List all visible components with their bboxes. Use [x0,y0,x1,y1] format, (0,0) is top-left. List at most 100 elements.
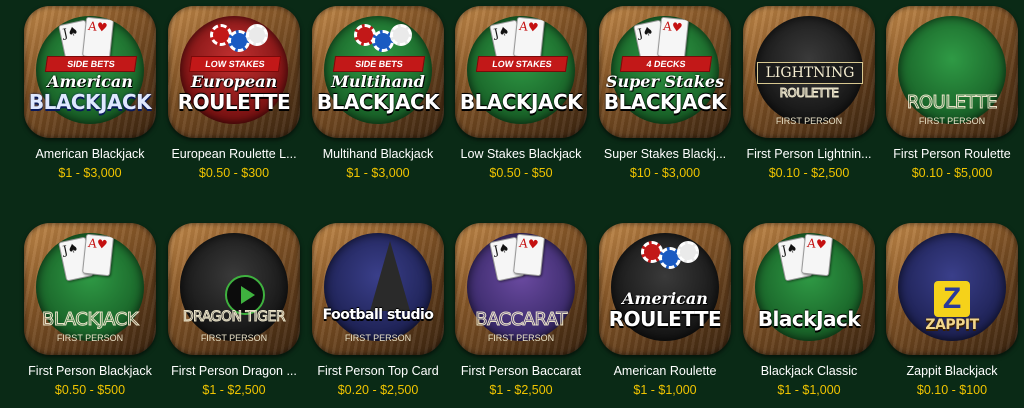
bet-range: $0.50 - $50 [489,166,553,180]
promo-banner: 4 DECKS [619,56,713,72]
game-thumbnail[interactable]: J♠ A♥ 4 DECKS Super Stakes BLACKJACK [599,6,731,138]
game-title[interactable]: First Person Top Card [312,364,444,378]
first-person-tag: FIRST PERSON [200,333,268,343]
game-thumbnail[interactable]: Football studio FIRST PERSON [312,223,444,355]
game-logo: Football studio [322,307,434,323]
card-icon: A♥ [81,16,115,60]
game-logo: BLACKJACK [603,90,727,114]
game-subtitle: Super Stakes [605,72,725,91]
promo-banner: LOW STAKES [475,56,569,72]
card-icon: A♥ [81,233,115,277]
game-tile[interactable]: LIGHTNING ROULETTE FIRST PERSON First Perso… [743,6,875,186]
game-title[interactable]: Super Stakes Blackj... [599,147,731,161]
first-person-tag: FIRST PERSON [775,116,843,126]
game-logo: BLACKJACK [316,90,440,114]
game-thumbnail[interactable]: J♠ A♥ BLACKJACK FIRST PERSON [24,223,156,355]
football-studio-icon [324,233,432,341]
game-subtitle: Multihand [331,72,425,91]
game-logo: BLACKJACK [28,90,152,114]
game-logo: BACCARAT [475,309,568,331]
bet-range: $0.50 - $300 [198,166,270,180]
game-logo: ZAPPIT [925,317,979,333]
game-grid: J♠ A♥ SIDE BETS American BLACKJACK American B… [0,0,1024,408]
game-tile[interactable]: J♠ A♥ SIDE BETS American BLACKJACK American B… [24,6,156,186]
game-thumbnail[interactable]: Z ZAPPIT [886,223,1018,355]
game-logo: BlackJack [757,307,861,331]
game-title[interactable]: American Blackjack [24,147,156,161]
game-thumbnail[interactable]: J♠ A♥ LOW STAKES BLACKJACK [455,6,587,138]
game-tile[interactable]: J♠ A♥ BACCARAT FIRST PERSON First Person Bac… [455,223,587,403]
game-tile[interactable]: Z ZAPPIT Zappit Blackjack $0.10 - $100 [886,223,1018,403]
game-tile[interactable]: Football studio FIRST PERSON First Person … [312,223,444,403]
game-tile[interactable]: DRAGON TIGER FIRST PERSON First Person Dra… [168,223,300,403]
game-thumbnail[interactable]: J♠ A♥ BACCARAT FIRST PERSON [455,223,587,355]
game-title[interactable]: Blackjack Classic [743,364,875,378]
game-thumbnail[interactable]: J♠ A♥ BlackJack [743,223,875,355]
first-person-tag: FIRST PERSON [344,333,412,343]
game-title[interactable]: First Person Baccarat [455,364,587,378]
game-subtitle: American [47,72,133,91]
bet-range: $1 - $3,000 [58,166,122,180]
game-thumbnail[interactable]: ROULETTE FIRST PERSON [886,6,1018,138]
first-person-tag: FIRST PERSON [487,333,555,343]
chip-icon [390,24,412,46]
game-logo: BLACKJACK [459,90,583,114]
game-subtitle: European [190,72,278,91]
game-title[interactable]: American Roulette [599,364,731,378]
game-title[interactable]: Zappit Blackjack [886,364,1018,378]
game-logo: DRAGON TIGER [182,309,286,326]
game-thumbnail[interactable]: DRAGON TIGER FIRST PERSON [168,223,300,355]
game-title[interactable]: First Person Blackjack [24,364,156,378]
game-thumbnail[interactable]: SIDE BETS Multihand BLACKJACK [312,6,444,138]
game-thumbnail[interactable]: LOW STAKES European ROULETTE [168,6,300,138]
bet-range: $1 - $2,500 [489,383,553,397]
game-tile[interactable]: J♠ A♥ 4 DECKS Super Stakes BLACKJACK Super St… [599,6,731,186]
game-logo: ROULETTE [779,86,839,101]
bet-range: $1 - $1,000 [777,383,841,397]
game-logo: BLACKJACK [41,309,139,331]
game-title[interactable]: First Person Dragon ... [168,364,300,378]
game-tile[interactable]: J♠ A♥ BLACKJACK FIRST PERSON First Person Bl… [24,223,156,403]
game-logo: ROULETTE [177,90,291,114]
game-title[interactable]: First Person Lightnin... [743,147,875,161]
bet-range: $0.10 - $5,000 [911,166,993,180]
card-icon: A♥ [512,16,546,60]
game-title[interactable]: Low Stakes Blackjack [455,147,587,161]
triangle-shape [370,241,410,311]
first-person-tag: FIRST PERSON [56,333,124,343]
chip-icon [246,24,268,46]
card-icon: A♥ [800,233,834,277]
game-tile[interactable]: J♠ A♥ LOW STAKES BLACKJACK Low Stakes Blackj… [455,6,587,186]
game-tile[interactable]: J♠ A♥ BlackJack Blackjack Classic $1 - $1,00… [743,223,875,403]
game-thumbnail[interactable]: American ROULETTE [599,223,731,355]
bet-range: $1 - $1,000 [633,383,697,397]
bet-range: $10 - $3,000 [629,166,701,180]
bet-range: $1 - $3,000 [346,166,410,180]
game-title[interactable]: European Roulette L... [168,147,300,161]
promo-banner: SIDE BETS [332,56,426,72]
game-tile[interactable]: SIDE BETS Multihand BLACKJACK Multihand Bla… [312,6,444,186]
game-logo: ROULETTE [608,307,722,331]
bet-range: $0.20 - $2,500 [337,383,419,397]
promo-banner: LOW STAKES [188,56,282,72]
bet-range: $0.10 - $100 [916,383,988,397]
game-logo: ROULETTE [906,92,998,114]
game-thumbnail[interactable]: J♠ A♥ SIDE BETS American BLACKJACK [24,6,156,138]
bet-range: $0.10 - $2,500 [768,166,850,180]
lightning-logo: LIGHTNING [757,62,863,84]
game-thumbnail[interactable]: LIGHTNING ROULETTE FIRST PERSON [743,6,875,138]
card-icon: A♥ [656,16,690,60]
bet-range: $1 - $2,500 [202,383,266,397]
bet-range: $0.50 - $500 [54,383,126,397]
first-person-tag: FIRST PERSON [918,116,986,126]
chip-icon [677,241,699,263]
game-title[interactable]: First Person Roulette [886,147,1018,161]
game-title[interactable]: Multihand Blackjack [312,147,444,161]
game-tile[interactable]: American ROULETTE American Roulette $1 - $1… [599,223,731,403]
zappit-logo-icon: Z [934,281,970,317]
game-tile[interactable]: LOW STAKES European ROULETTE European Roule… [168,6,300,186]
game-tile[interactable]: ROULETTE FIRST PERSON First Person Roulett… [886,6,1018,186]
game-subtitle: American [622,289,708,308]
promo-banner: SIDE BETS [44,56,138,72]
card-icon: A♥ [512,233,546,277]
